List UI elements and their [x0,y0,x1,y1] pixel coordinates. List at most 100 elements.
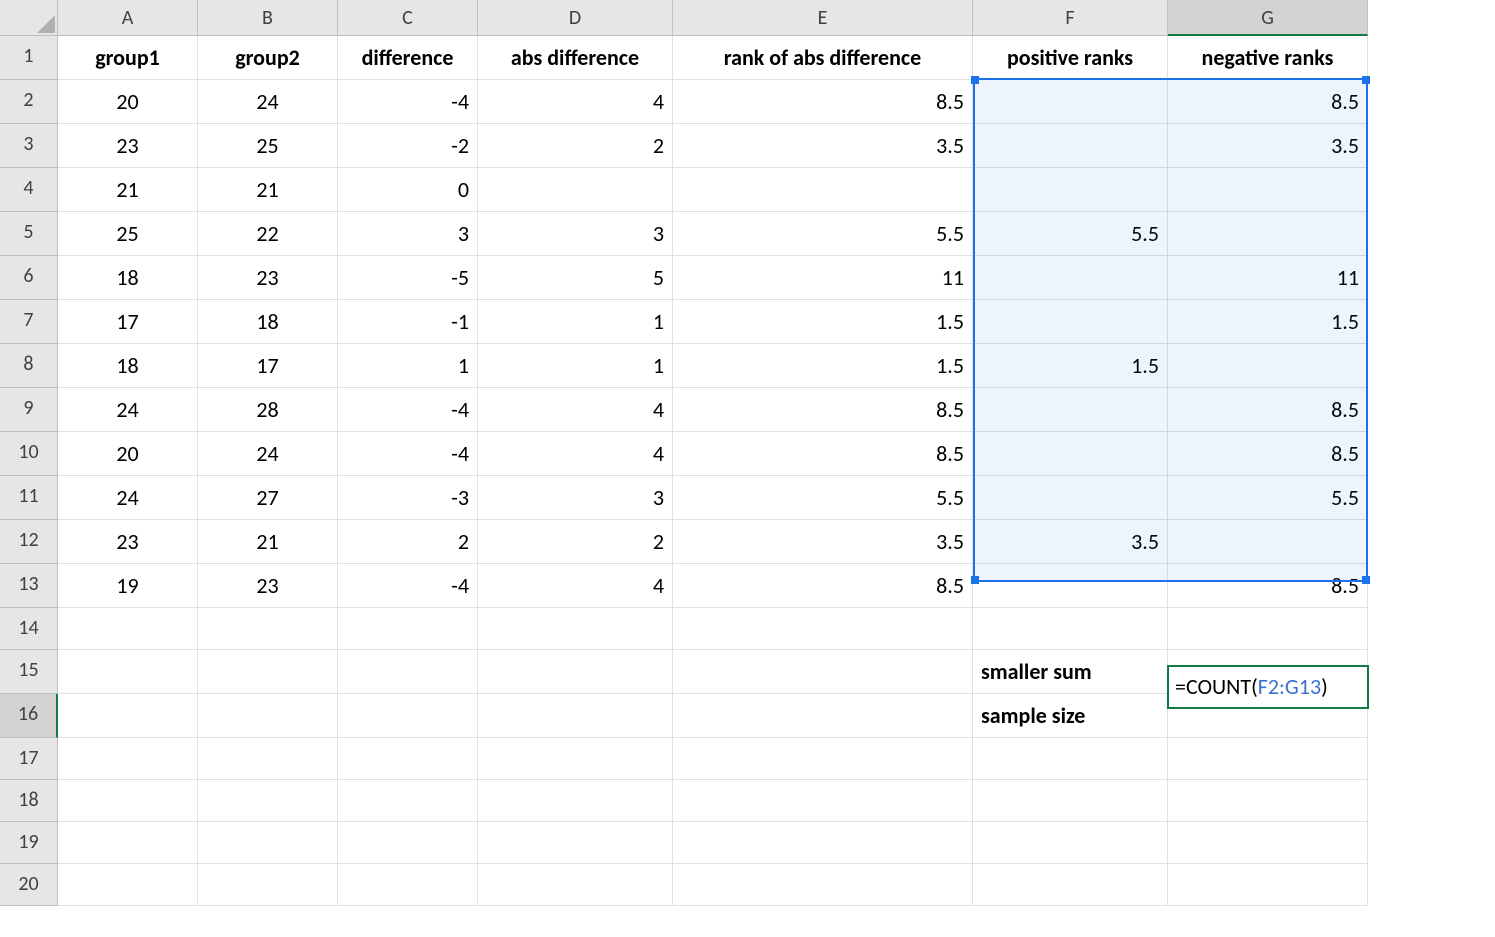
cell-C18[interactable] [338,780,478,822]
cell-A5[interactable]: 25 [58,212,198,256]
cell-A7[interactable]: 17 [58,300,198,344]
cell-G14[interactable] [1168,608,1368,650]
cell-A13[interactable]: 19 [58,564,198,608]
cell-F10[interactable] [973,432,1168,476]
cell-F16[interactable]: sample size [973,694,1168,738]
cell-A1[interactable]: group1 [58,36,198,80]
cell-G11[interactable]: 5.5 [1168,476,1368,520]
row-header-10[interactable]: 10 [0,432,58,476]
cell-G10[interactable]: 8.5 [1168,432,1368,476]
row-header-9[interactable]: 9 [0,388,58,432]
cell-E16[interactable] [673,694,973,738]
row-header-7[interactable]: 7 [0,300,58,344]
cell-B17[interactable] [198,738,338,780]
column-header-A[interactable]: A [58,0,198,36]
cell-C12[interactable]: 2 [338,520,478,564]
cell-G3[interactable]: 3.5 [1168,124,1368,168]
cell-G15[interactable]: 10.5 [1168,650,1368,694]
cell-A12[interactable]: 23 [58,520,198,564]
row-header-1[interactable]: 1 [0,36,58,80]
cell-B20[interactable] [198,864,338,906]
row-header-16[interactable]: 16 [0,694,58,738]
cell-E18[interactable] [673,780,973,822]
row-header-4[interactable]: 4 [0,168,58,212]
cell-A15[interactable] [58,650,198,694]
cell-A6[interactable]: 18 [58,256,198,300]
cell-D11[interactable]: 3 [478,476,673,520]
row-header-11[interactable]: 11 [0,476,58,520]
cell-A11[interactable]: 24 [58,476,198,520]
cell-G5[interactable] [1168,212,1368,256]
cell-E1[interactable]: rank of abs difference [673,36,973,80]
cell-D15[interactable] [478,650,673,694]
cell-F2[interactable] [973,80,1168,124]
cell-G6[interactable]: 11 [1168,256,1368,300]
cell-E15[interactable] [673,650,973,694]
cell-E20[interactable] [673,864,973,906]
row-header-6[interactable]: 6 [0,256,58,300]
cell-D18[interactable] [478,780,673,822]
cell-E6[interactable]: 11 [673,256,973,300]
cell-C6[interactable]: -5 [338,256,478,300]
cell-A3[interactable]: 23 [58,124,198,168]
cell-B5[interactable]: 22 [198,212,338,256]
select-all-corner[interactable] [0,0,58,36]
row-header-19[interactable]: 19 [0,822,58,864]
cell-C7[interactable]: -1 [338,300,478,344]
row-header-3[interactable]: 3 [0,124,58,168]
cell-D12[interactable]: 2 [478,520,673,564]
cell-E17[interactable] [673,738,973,780]
row-header-14[interactable]: 14 [0,608,58,650]
cell-E2[interactable]: 8.5 [673,80,973,124]
row-header-20[interactable]: 20 [0,864,58,906]
row-header-17[interactable]: 17 [0,738,58,780]
cell-B16[interactable] [198,694,338,738]
cell-C9[interactable]: -4 [338,388,478,432]
cell-B4[interactable]: 21 [198,168,338,212]
cell-C14[interactable] [338,608,478,650]
cell-G7[interactable]: 1.5 [1168,300,1368,344]
cell-G17[interactable] [1168,738,1368,780]
cell-A4[interactable]: 21 [58,168,198,212]
cell-D10[interactable]: 4 [478,432,673,476]
cell-C8[interactable]: 1 [338,344,478,388]
cell-B18[interactable] [198,780,338,822]
cell-E8[interactable]: 1.5 [673,344,973,388]
cell-C19[interactable] [338,822,478,864]
cell-F19[interactable] [973,822,1168,864]
cell-F4[interactable] [973,168,1168,212]
cell-C17[interactable] [338,738,478,780]
cell-G16[interactable] [1168,694,1368,738]
cell-E3[interactable]: 3.5 [673,124,973,168]
cell-E9[interactable]: 8.5 [673,388,973,432]
cell-D16[interactable] [478,694,673,738]
cell-E12[interactable]: 3.5 [673,520,973,564]
cell-G19[interactable] [1168,822,1368,864]
cell-B11[interactable]: 27 [198,476,338,520]
cell-A16[interactable] [58,694,198,738]
cell-D13[interactable]: 4 [478,564,673,608]
cell-D20[interactable] [478,864,673,906]
cell-A9[interactable]: 24 [58,388,198,432]
cell-D19[interactable] [478,822,673,864]
cell-F3[interactable] [973,124,1168,168]
cell-F1[interactable]: positive ranks [973,36,1168,80]
row-header-12[interactable]: 12 [0,520,58,564]
row-header-5[interactable]: 5 [0,212,58,256]
cell-F20[interactable] [973,864,1168,906]
cell-B9[interactable]: 28 [198,388,338,432]
cell-F7[interactable] [973,300,1168,344]
cell-B7[interactable]: 18 [198,300,338,344]
cell-E19[interactable] [673,822,973,864]
cell-B15[interactable] [198,650,338,694]
cell-D14[interactable] [478,608,673,650]
row-header-2[interactable]: 2 [0,80,58,124]
cell-G18[interactable] [1168,780,1368,822]
row-header-18[interactable]: 18 [0,780,58,822]
cell-E11[interactable]: 5.5 [673,476,973,520]
cell-F17[interactable] [973,738,1168,780]
cell-A17[interactable] [58,738,198,780]
cell-B19[interactable] [198,822,338,864]
cell-C1[interactable]: difference [338,36,478,80]
cell-A10[interactable]: 20 [58,432,198,476]
